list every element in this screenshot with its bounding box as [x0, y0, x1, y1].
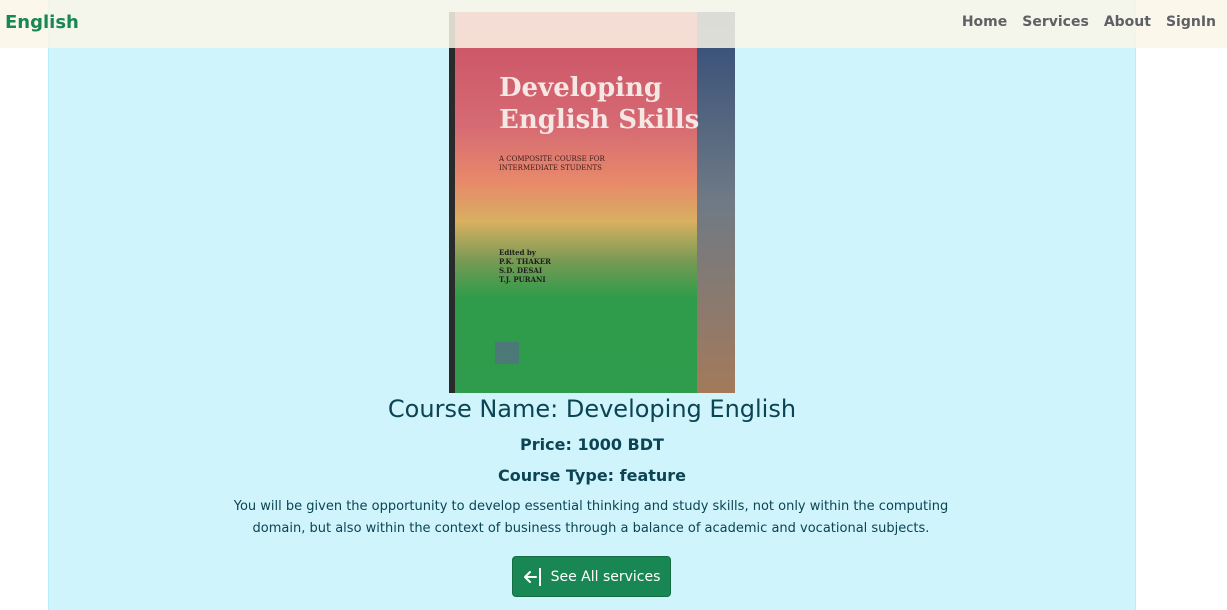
top-navbar: English Home Services About SignIn — [0, 0, 1227, 48]
nav-signin[interactable]: SignIn — [1166, 14, 1216, 30]
book-title-line-1: Developing — [499, 73, 663, 103]
book-cover-art — [449, 12, 735, 393]
book-subtitle: A COMPOSITE COURSE FOR INTERMEDIATE STUD… — [499, 155, 605, 172]
see-all-services-label: See All services — [550, 568, 661, 585]
see-all-services-button[interactable]: See All services — [512, 556, 671, 597]
brand-logo[interactable]: English — [5, 12, 79, 33]
course-type: Course Type: feature — [497, 466, 687, 485]
course-name: Course Name: Developing English — [387, 395, 797, 423]
course-description: You will be given the opportunity to dev… — [233, 499, 949, 536]
editors-heading: Edited by — [499, 248, 536, 257]
editor-3: T.J. PURANI — [499, 275, 546, 284]
course-price: Price: 1000 BDT — [520, 435, 664, 454]
nav-about[interactable]: About — [1104, 14, 1151, 30]
nav-home[interactable]: Home — [962, 14, 1007, 30]
course-image: Developing English Skills A COMPOSITE CO… — [449, 12, 735, 393]
book-editors: Edited by P.K. THAKER S.D. DESAI T.J. PU… — [499, 248, 551, 284]
nav-links: Home Services About SignIn — [962, 14, 1216, 30]
arrow-left-bar-icon — [523, 567, 541, 586]
nav-services[interactable]: Services — [1022, 14, 1089, 30]
editor-1: P.K. THAKER — [499, 257, 551, 266]
editor-2: S.D. DESAI — [499, 266, 543, 275]
book-title: Developing English Skills — [499, 72, 699, 136]
book-title-line-2: English Skills — [499, 105, 700, 135]
